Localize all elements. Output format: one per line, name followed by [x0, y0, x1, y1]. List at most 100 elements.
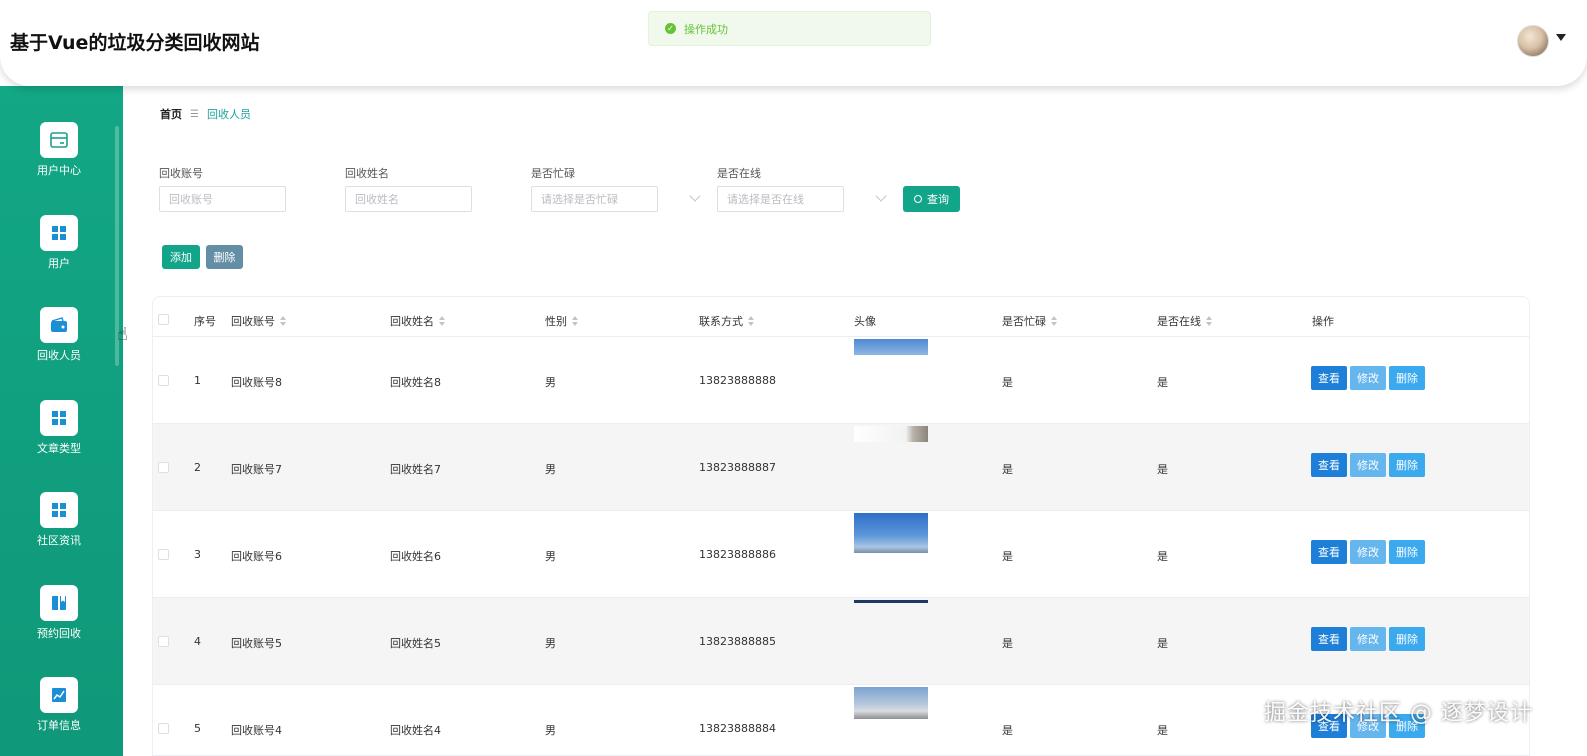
- site-title: 基于Vue的垃圾分类回收网站: [10, 32, 260, 54]
- sort-icon[interactable]: [439, 316, 445, 326]
- column-header-busy[interactable]: 是否忙碌: [1002, 313, 1057, 329]
- sidebar-item-recycler[interactable]: 回收人员: [0, 307, 123, 377]
- query-button[interactable]: 查询: [903, 186, 960, 212]
- avatar-image[interactable]: [854, 426, 928, 442]
- cell-name: 回收姓名6: [390, 550, 441, 563]
- column-header-name[interactable]: 回收姓名: [390, 313, 445, 329]
- sidebar-item-orders[interactable]: 订单信息: [0, 677, 123, 747]
- hand-cursor-icon: ☝: [117, 324, 128, 345]
- view-button[interactable]: 查看: [1311, 540, 1347, 564]
- delete-button[interactable]: 删除: [1389, 627, 1425, 651]
- column-header-online[interactable]: 是否在线: [1157, 313, 1212, 329]
- table-row: 2 回收账号7 回收姓名7 男 13823888887 是 是 查看 修改 删除: [153, 424, 1529, 511]
- cell-gender: 男: [545, 550, 556, 563]
- sort-icon[interactable]: [1206, 316, 1212, 326]
- sort-icon[interactable]: [1051, 316, 1057, 326]
- sidebar-item-label: 文章类型: [37, 442, 81, 455]
- name-label: 回收姓名: [345, 167, 389, 180]
- delete-button[interactable]: 删除: [1389, 366, 1425, 390]
- sidebar-item-label: 回收人员: [37, 349, 81, 362]
- avatar-image[interactable]: [854, 339, 928, 355]
- column-header-avatar: 头像: [854, 315, 876, 328]
- sort-icon[interactable]: [748, 316, 754, 326]
- edit-button[interactable]: 修改: [1350, 540, 1386, 564]
- sidebar: 用户中心 用户 回收人员 文章类型 社区资讯 预约回收 订单信息: [0, 86, 123, 756]
- row-checkbox[interactable]: [158, 549, 169, 560]
- cell-index: 5: [194, 722, 201, 735]
- cell-name: 回收姓名4: [390, 724, 441, 737]
- name-input[interactable]: [345, 186, 472, 212]
- select-all-checkbox[interactable]: [158, 314, 169, 325]
- search-icon: [914, 195, 922, 203]
- delete-button[interactable]: 删除: [1389, 453, 1425, 477]
- cell-online: 是: [1157, 724, 1168, 737]
- busy-select[interactable]: [531, 186, 658, 212]
- sidebar-item-user-center[interactable]: 用户中心: [0, 122, 123, 192]
- cell-busy: 是: [1002, 724, 1013, 737]
- online-select[interactable]: [717, 186, 844, 212]
- chart-icon: [40, 677, 78, 713]
- cell-account: 回收账号4: [231, 724, 282, 737]
- breadcrumb-home[interactable]: 首页: [160, 106, 182, 122]
- sidebar-item-label: 用户: [48, 257, 70, 270]
- caret-down-icon[interactable]: [1556, 34, 1566, 41]
- menu-icon: ☰: [190, 108, 199, 120]
- edit-button[interactable]: 修改: [1350, 366, 1386, 390]
- row-checkbox[interactable]: [158, 723, 169, 734]
- cell-index: 1: [194, 374, 201, 387]
- sidebar-item-label: 订单信息: [37, 719, 81, 732]
- breadcrumb: 首页 ☰ 回收人员: [160, 106, 251, 122]
- batch-delete-button[interactable]: 删除: [206, 245, 243, 269]
- view-button[interactable]: 查看: [1311, 366, 1347, 390]
- view-button[interactable]: 查看: [1311, 453, 1347, 477]
- cell-index: 2: [194, 461, 201, 474]
- user-avatar[interactable]: [1517, 25, 1549, 57]
- avatar-image[interactable]: [854, 687, 928, 719]
- sidebar-item-user[interactable]: 用户: [0, 215, 123, 285]
- busy-label: 是否忙碌: [531, 167, 575, 180]
- view-button[interactable]: 查看: [1311, 627, 1347, 651]
- cell-phone: 13823888887: [699, 461, 776, 474]
- grid-icon: [40, 492, 78, 528]
- cell-online: 是: [1157, 637, 1168, 650]
- table-row: 1 回收账号8 回收姓名8 男 13823888888 是 是 查看 修改 删除: [153, 337, 1529, 424]
- edit-button[interactable]: 修改: [1350, 453, 1386, 477]
- grid-icon: [40, 400, 78, 436]
- card-icon: [40, 122, 78, 158]
- sidebar-item-label: 社区资讯: [37, 534, 81, 547]
- online-label: 是否在线: [717, 167, 761, 180]
- column-header-account[interactable]: 回收账号: [231, 313, 286, 329]
- column-header-phone[interactable]: 联系方式: [699, 313, 754, 329]
- cell-account: 回收账号8: [231, 376, 282, 389]
- avatar-image[interactable]: [854, 513, 928, 553]
- row-checkbox[interactable]: [158, 462, 169, 473]
- account-label: 回收账号: [159, 167, 203, 180]
- cell-online: 是: [1157, 550, 1168, 563]
- row-checkbox[interactable]: [158, 636, 169, 647]
- sidebar-item-article-type[interactable]: 文章类型: [0, 400, 123, 470]
- watermark-text: 掘金技术社区 @ 逐梦设计: [1264, 701, 1533, 726]
- cell-gender: 男: [545, 463, 556, 476]
- chevron-down-icon[interactable]: [689, 190, 701, 202]
- sidebar-item-appointment[interactable]: 预约回收: [0, 585, 123, 655]
- chevron-down-icon[interactable]: [875, 190, 887, 202]
- column-header-actions: 操作: [1312, 315, 1334, 328]
- cell-index: 4: [194, 635, 201, 648]
- cell-phone: 13823888885: [699, 635, 776, 648]
- account-input[interactable]: [159, 186, 286, 212]
- sort-icon[interactable]: [572, 316, 578, 326]
- add-button[interactable]: 添加: [162, 245, 200, 269]
- edit-button[interactable]: 修改: [1350, 627, 1386, 651]
- table-header: 序号 回收账号 回收姓名 性别 联系方式 头像 是否忙碌 是否在线 操作: [153, 297, 1529, 337]
- cell-name: 回收姓名8: [390, 376, 441, 389]
- sidebar-item-community-news[interactable]: 社区资讯: [0, 492, 123, 562]
- cell-gender: 男: [545, 724, 556, 737]
- cell-index: 3: [194, 548, 201, 561]
- avatar-image[interactable]: [854, 600, 928, 603]
- sort-icon[interactable]: [280, 316, 286, 326]
- column-header-gender[interactable]: 性别: [545, 313, 578, 329]
- cell-gender: 男: [545, 376, 556, 389]
- check-circle-icon: ✓: [665, 23, 676, 34]
- row-checkbox[interactable]: [158, 375, 169, 386]
- delete-button[interactable]: 删除: [1389, 540, 1425, 564]
